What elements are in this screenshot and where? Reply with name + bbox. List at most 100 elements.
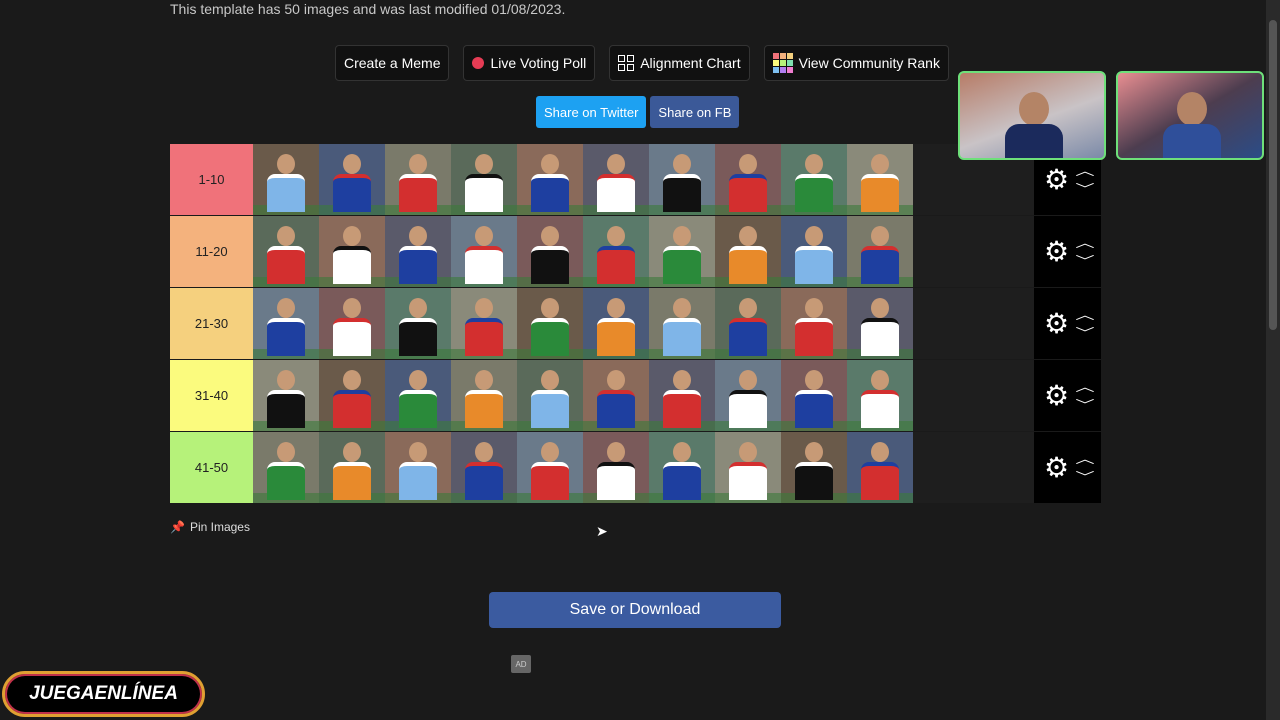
pin-images-toggle[interactable]: 📌 Pin Images: [170, 520, 250, 534]
player-image[interactable]: [517, 360, 583, 431]
player-image[interactable]: [253, 288, 319, 359]
share-facebook-button[interactable]: Share on FB: [650, 96, 740, 128]
player-image[interactable]: [583, 360, 649, 431]
move-up-icon[interactable]: ︿: [1075, 453, 1094, 465]
tier-label[interactable]: 31-40: [170, 360, 253, 431]
player-image[interactable]: [517, 288, 583, 359]
player-image[interactable]: [385, 216, 451, 287]
player-image[interactable]: [451, 360, 517, 431]
action-buttons: Create a Meme Live Voting Poll Alignment…: [335, 45, 949, 81]
player-image[interactable]: [451, 432, 517, 503]
move-down-icon[interactable]: ﹀: [1075, 327, 1094, 339]
tier-items: [253, 360, 1034, 431]
template-info: This template has 50 images and was last…: [170, 1, 566, 17]
player-image[interactable]: [715, 432, 781, 503]
share-buttons: Share on Twitter Share on FB: [536, 96, 740, 128]
record-icon: [472, 57, 485, 69]
player-image[interactable]: [715, 216, 781, 287]
player-image[interactable]: [649, 144, 715, 215]
webcam-feed-1: [958, 71, 1106, 160]
player-image[interactable]: [253, 216, 319, 287]
player-image[interactable]: [715, 144, 781, 215]
tier-row: 21-30 ⚙ ︿ ﹀: [170, 288, 1101, 360]
player-image[interactable]: [319, 216, 385, 287]
player-image[interactable]: [517, 144, 583, 215]
player-image[interactable]: [451, 216, 517, 287]
tier-row: 41-50 ⚙ ︿ ﹀: [170, 432, 1101, 504]
player-image[interactable]: [583, 216, 649, 287]
player-image[interactable]: [517, 216, 583, 287]
player-image[interactable]: [451, 288, 517, 359]
scrollbar[interactable]: [1266, 0, 1280, 720]
player-image[interactable]: [781, 432, 847, 503]
player-image[interactable]: [847, 144, 913, 215]
gear-icon[interactable]: ⚙: [1044, 453, 1069, 482]
player-image[interactable]: [781, 360, 847, 431]
move-down-icon[interactable]: ﹀: [1075, 183, 1094, 195]
alignment-chart-button[interactable]: Alignment Chart: [609, 45, 750, 81]
move-up-icon[interactable]: ︿: [1075, 165, 1094, 177]
rank-grid-icon: [772, 53, 793, 73]
player-image[interactable]: [649, 216, 715, 287]
player-image[interactable]: [253, 360, 319, 431]
gear-icon[interactable]: ⚙: [1044, 237, 1069, 266]
player-image[interactable]: [847, 360, 913, 431]
gear-icon[interactable]: ⚙: [1044, 165, 1069, 194]
tier-row: 31-40 ⚙ ︿ ﹀: [170, 360, 1101, 432]
player-image[interactable]: [385, 432, 451, 503]
player-image[interactable]: [583, 432, 649, 503]
player-image[interactable]: [847, 216, 913, 287]
save-download-button[interactable]: Save or Download: [489, 592, 781, 628]
player-image[interactable]: [715, 288, 781, 359]
streamer-figure: [1005, 88, 1063, 158]
player-image[interactable]: [781, 288, 847, 359]
gear-icon[interactable]: ⚙: [1044, 381, 1069, 410]
player-image[interactable]: [583, 144, 649, 215]
tier-label[interactable]: 11-20: [170, 216, 253, 287]
player-image[interactable]: [715, 360, 781, 431]
player-image[interactable]: [253, 432, 319, 503]
community-rank-button[interactable]: View Community Rank: [763, 45, 949, 81]
player-image[interactable]: [781, 144, 847, 215]
streamer-figure: [1163, 88, 1221, 158]
move-down-icon[interactable]: ﹀: [1075, 255, 1094, 267]
tier-label[interactable]: 1-10: [170, 144, 253, 215]
live-voting-poll-button[interactable]: Live Voting Poll: [463, 45, 596, 81]
player-image[interactable]: [847, 432, 913, 503]
player-image[interactable]: [253, 144, 319, 215]
brand-logo: JUEGAENLÍNEA: [2, 671, 205, 717]
player-image[interactable]: [385, 360, 451, 431]
move-up-icon[interactable]: ︿: [1075, 237, 1094, 249]
player-image[interactable]: [649, 288, 715, 359]
tier-label[interactable]: 41-50: [170, 432, 253, 503]
player-image[interactable]: [385, 144, 451, 215]
ad-badge: AD: [511, 655, 531, 673]
tier-label[interactable]: 21-30: [170, 288, 253, 359]
community-rank-label: View Community Rank: [798, 55, 940, 71]
move-down-icon[interactable]: ﹀: [1075, 471, 1094, 483]
player-image[interactable]: [319, 144, 385, 215]
player-image[interactable]: [517, 432, 583, 503]
player-image[interactable]: [847, 288, 913, 359]
player-image[interactable]: [451, 144, 517, 215]
tier-items: [253, 288, 1034, 359]
player-image[interactable]: [649, 360, 715, 431]
player-image[interactable]: [319, 288, 385, 359]
move-down-icon[interactable]: ﹀: [1075, 399, 1094, 411]
player-image[interactable]: [385, 288, 451, 359]
gear-icon[interactable]: ⚙: [1044, 309, 1069, 338]
player-image[interactable]: [319, 432, 385, 503]
player-image[interactable]: [781, 216, 847, 287]
mouse-cursor-icon: ➤: [596, 523, 608, 539]
move-up-icon[interactable]: ︿: [1075, 381, 1094, 393]
player-image[interactable]: [319, 360, 385, 431]
player-image[interactable]: [649, 432, 715, 503]
tier-list: 1-10 ⚙ ︿ ﹀ 11-20 ⚙ ︿ ﹀ 21-30 ⚙ ︿ ﹀ 31-40 ⚙ ︿ ﹀ 41-50 ⚙ ︿ ﹀: [170, 144, 1101, 504]
create-meme-button[interactable]: Create a Meme: [335, 45, 450, 81]
scrollbar-thumb[interactable]: [1269, 20, 1277, 330]
player-image[interactable]: [583, 288, 649, 359]
pin-icon: 📌: [170, 520, 185, 534]
move-up-icon[interactable]: ︿: [1075, 309, 1094, 321]
grid-icon: [618, 55, 635, 71]
share-twitter-button[interactable]: Share on Twitter: [536, 96, 647, 128]
